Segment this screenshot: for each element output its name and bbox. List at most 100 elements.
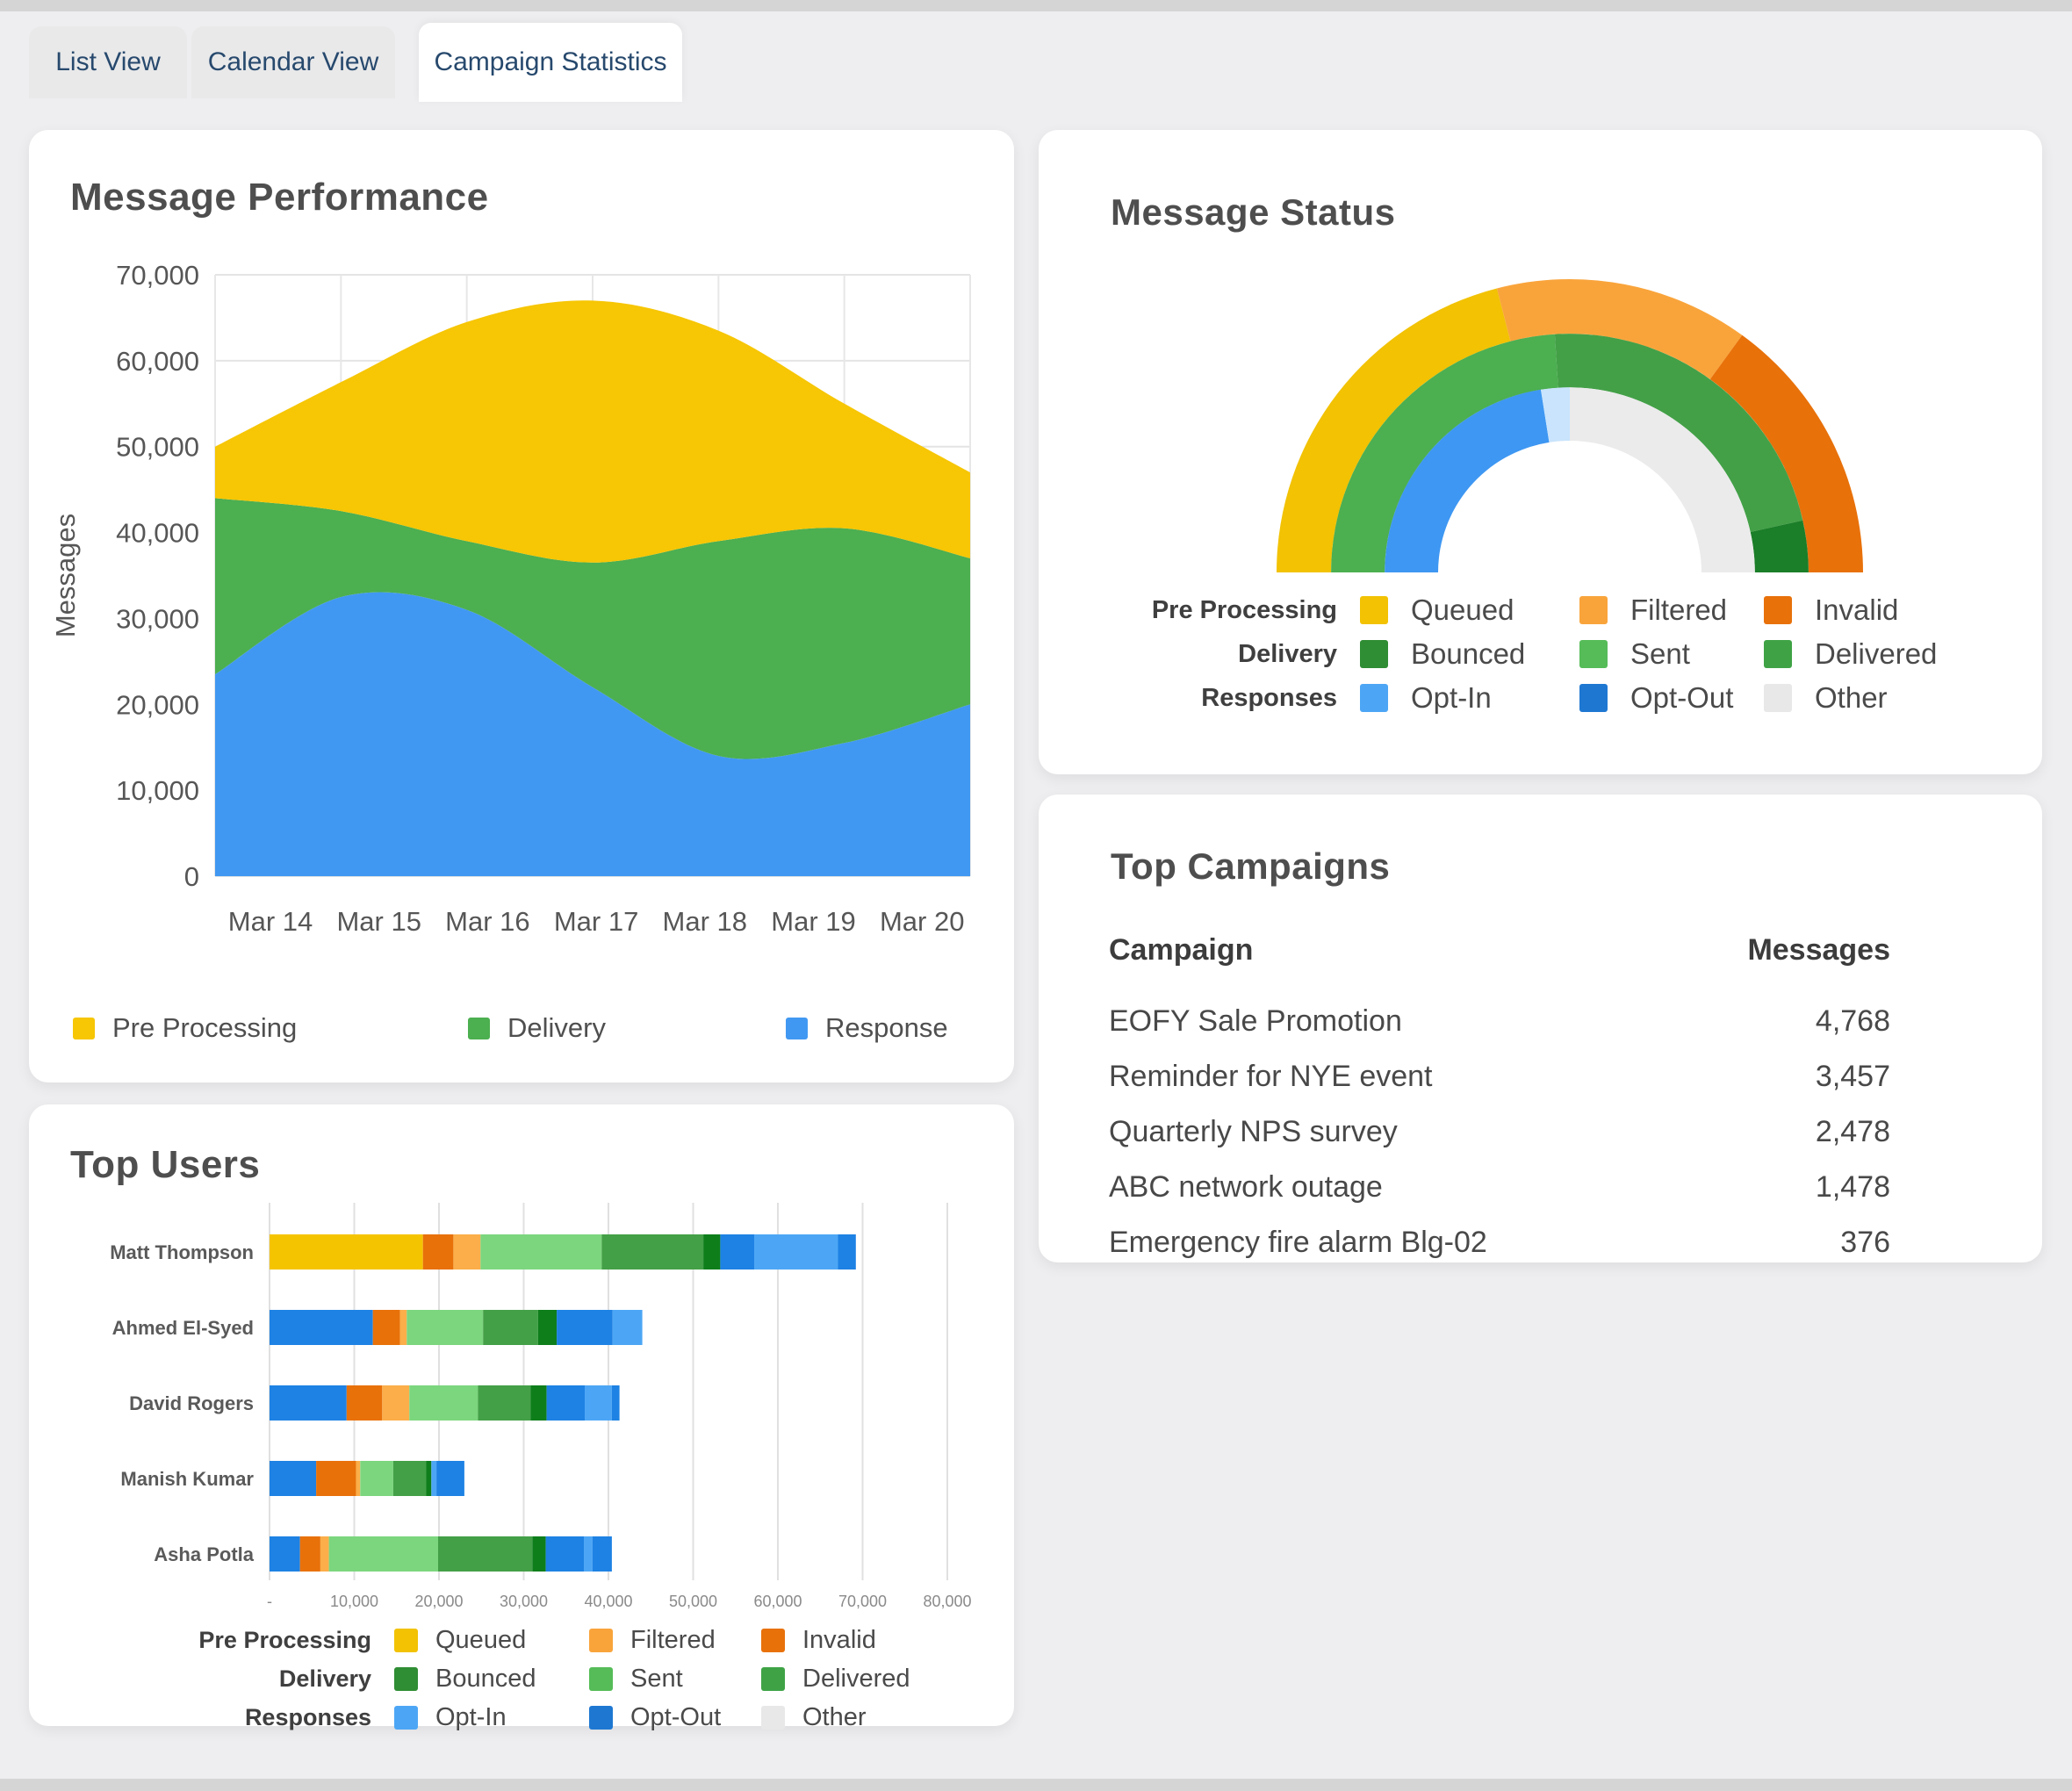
tu-user-label: Ahmed El-Syed [112,1317,254,1339]
legend-label: Filtered [1630,593,1727,627]
top-users-bar-chart[interactable]: Matt ThompsonAhmed El-SyedDavid RogersMa… [29,1189,1014,1628]
tu-bar-segment-sent [329,1536,439,1572]
tu-bar-segment-opt-in [613,1310,643,1345]
legend-item-queued[interactable]: Queued [1360,593,1579,627]
tu-x-tick: 70,000 [838,1593,887,1610]
legend-item-invalid[interactable]: Invalid [761,1626,937,1655]
column-messages: Messages [1747,933,1890,967]
legend-label: Filtered [630,1626,716,1655]
legend-category-label: Pre Processing [1074,596,1337,625]
tab-campaign-statistics[interactable]: Campaign Statistics [419,23,682,102]
legend-item-delivered[interactable]: Delivered [761,1665,937,1694]
campaign-name: Reminder for NYE event [1109,1060,1433,1094]
legend-item-opt-in[interactable]: Opt-In [1360,681,1579,715]
top-window-strip [0,0,2072,11]
top-campaigns-title: Top Campaigns [1111,845,1390,888]
tu-bar-segment-invalid [300,1536,320,1572]
legend-label: Queued [435,1626,526,1655]
tu-bar-segment-filtered [400,1310,407,1345]
tu-bar-segment-filtered [356,1461,360,1496]
top-campaigns-table-header: Campaign Messages [1109,933,1890,967]
tu-user-label: Manish Kumar [120,1468,254,1490]
legend-item-bounced[interactable]: Bounced [394,1665,589,1694]
tu-bar-segment-sent [480,1234,601,1270]
legend-item-invalid[interactable]: Invalid [1764,593,1957,627]
legend-label: Delivery [507,1012,606,1044]
legend-item-other[interactable]: Other [761,1703,937,1732]
legend-category-label: Delivery [55,1665,371,1693]
mp-legend-item-delivery[interactable]: Delivery [468,1012,606,1044]
legend-swatch-icon [761,1706,785,1730]
tu-bar-segment-bounced [532,1536,545,1572]
mp-y-tick: 10,000 [116,775,199,806]
legend-item-bounced[interactable]: Bounced [1360,637,1579,671]
tu-bar-segment-opt-out [270,1310,373,1345]
message-status-donut-chart[interactable] [1056,242,2022,579]
mp-legend-item-response[interactable]: Response [786,1012,948,1044]
legend-category-label: Pre Processing [55,1627,371,1654]
message-status-card: Message Status Pre Processing Queued Filte… [1039,130,2042,774]
legend-swatch-icon [761,1629,785,1652]
message-performance-area-chart[interactable]: 70,00060,00050,00040,00030,00020,00010,0… [29,218,1014,990]
legend-swatch-icon [786,1018,808,1039]
legend-label: Opt-In [435,1703,507,1732]
tu-bar-segment-bounced [538,1310,557,1345]
legend-label: Bounced [435,1665,536,1694]
legend-swatch-icon [73,1018,95,1039]
tu-bar-segment-opt-out [547,1385,585,1421]
legend-label: Queued [1411,593,1514,627]
campaign-name: Quarterly NPS survey [1109,1115,1398,1149]
dashboard-page: List View Calendar View Campaign Statist… [0,0,2072,1791]
legend-label: Pre Processing [112,1012,297,1044]
legend-swatch-icon [1764,640,1792,668]
legend-item-opt-in[interactable]: Opt-In [394,1703,589,1732]
tu-bar-segment-delivered [601,1234,703,1270]
tu-x-tick: - [267,1593,272,1610]
tu-bar-segment-opt-out [270,1461,316,1496]
campaign-name: EOFY Sale Promotion [1109,1004,1402,1039]
tab-calendar-view[interactable]: Calendar View [191,26,395,98]
legend-swatch-icon [394,1706,418,1730]
mp-y-tick: 50,000 [116,432,199,463]
tu-bar-segment-sent [406,1310,483,1345]
legend-item-queued[interactable]: Queued [394,1626,589,1655]
legend-label: Invalid [1815,593,1898,627]
campaign-name: ABC network outage [1109,1170,1383,1205]
legend-label: Delivered [802,1665,910,1694]
bottom-window-strip [0,1779,2072,1791]
tu-bar-segment-opt-in [585,1385,612,1421]
tu-bar-segment-opt-out [436,1461,464,1496]
legend-swatch-icon [1764,684,1792,712]
campaign-messages-count: 3,457 [1816,1060,1890,1094]
tu-bar-segment-delivered [438,1536,532,1572]
legend-swatch-icon [1579,684,1608,712]
legend-item-filtered[interactable]: Filtered [1579,593,1764,627]
mp-x-tick: Mar 15 [336,906,421,937]
mp-x-tick: Mar 18 [663,906,747,937]
legend-item-sent[interactable]: Sent [589,1665,761,1694]
tu-bar-segment-sent [409,1385,478,1421]
legend-label: Opt-Out [630,1703,721,1732]
campaign-messages-count: 376 [1840,1226,1890,1260]
legend-swatch-icon [394,1629,418,1652]
legend-item-filtered[interactable]: Filtered [589,1626,761,1655]
mp-x-tick: Mar 19 [771,906,855,937]
legend-item-opt-out[interactable]: Opt-Out [589,1703,761,1732]
legend-row-pre-processing: Pre Processing Queued Filtered Invalid [55,1621,937,1659]
message-status-title: Message Status [1111,191,1395,234]
legend-swatch-icon [589,1629,613,1652]
mp-legend-item-pre-processing[interactable]: Pre Processing [73,1012,297,1044]
legend-item-other[interactable]: Other [1764,681,1957,715]
legend-label: Sent [630,1665,683,1694]
legend-swatch-icon [1360,684,1388,712]
tu-x-tick: 50,000 [669,1593,717,1610]
legend-item-sent[interactable]: Sent [1579,637,1764,671]
legend-row-delivery: DeliveryBouncedSentDelivered [1074,632,1957,676]
legend-item-delivered[interactable]: Delivered [1764,637,1957,671]
legend-item-opt-out[interactable]: Opt-Out [1579,681,1764,715]
tab-list-view[interactable]: List View [29,26,187,98]
legend-swatch-icon [1360,596,1388,624]
tu-x-tick: 10,000 [330,1593,378,1610]
legend-swatch-icon [761,1667,785,1691]
tu-bar-segment-opt-out [557,1310,613,1345]
